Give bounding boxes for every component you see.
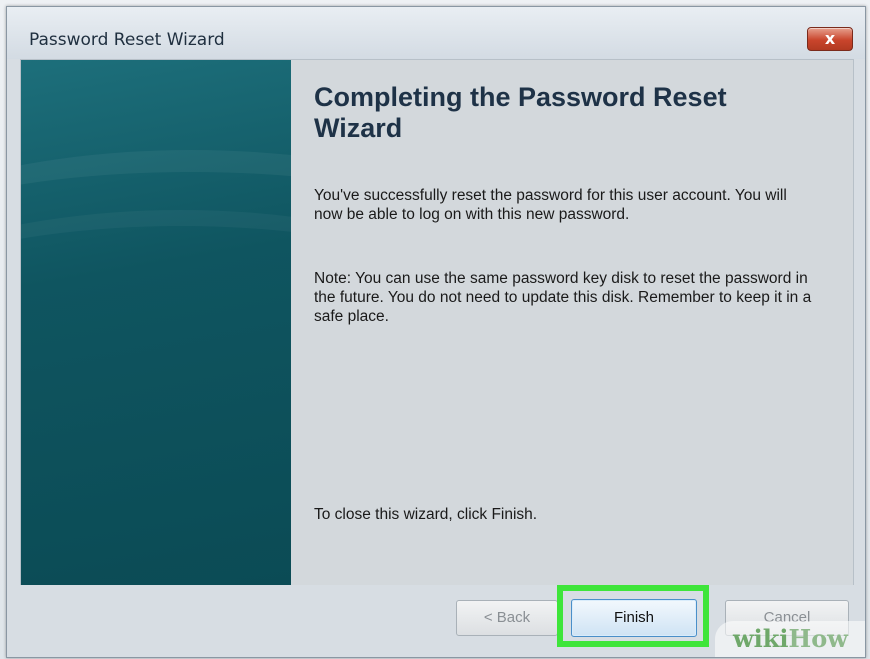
wikihow-watermark: wikiHow <box>715 621 865 657</box>
note-message: Note: You can use the same password key … <box>314 270 812 325</box>
screen: Password Reset Wizard x Completing the P… <box>0 0 870 659</box>
wizard-content: Completing the Password Reset Wizard You… <box>20 59 854 586</box>
title-bar[interactable]: Password Reset Wizard x <box>7 7 865 59</box>
finish-button[interactable]: Finish <box>571 599 697 637</box>
watermark-how: How <box>788 624 848 653</box>
back-button[interactable]: < Back <box>456 600 558 636</box>
wizard-main-panel: Completing the Password Reset Wizard You… <box>299 60 839 585</box>
page-title: Completing the Password Reset Wizard <box>314 82 727 143</box>
wizard-window: Password Reset Wizard x Completing the P… <box>6 6 866 658</box>
close-button[interactable]: x <box>807 27 853 51</box>
success-message: You've successfully reset the password f… <box>314 187 787 223</box>
window-title: Password Reset Wizard <box>29 30 225 50</box>
watermark-wiki: wiki <box>733 624 789 653</box>
button-bar: < Back Finish Cancel wikiHow <box>7 585 865 657</box>
close-icon: x <box>824 29 836 48</box>
close-instruction: To close this wizard, click Finish. <box>314 506 538 523</box>
banner-wave-decoration <box>21 210 291 486</box>
wizard-side-banner <box>21 60 291 585</box>
